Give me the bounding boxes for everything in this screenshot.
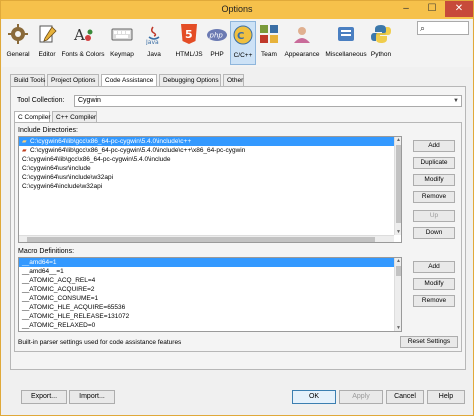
- list-item[interactable]: ▰ C:\cygwin64\lib\gcc\x86_64-pc-cygwin\5.…: [19, 146, 401, 155]
- include-directories-label: Include Directories:: [18, 127, 78, 134]
- category-toolbar: General Editor A Fonts & Colors Keymap J…: [2, 19, 472, 67]
- category-label: Java: [147, 51, 161, 58]
- list-item[interactable]: __amd64__=1: [19, 267, 401, 276]
- include-horizontal-scrollbar[interactable]: [19, 235, 394, 242]
- tab-debugging-options[interactable]: Debugging Options: [159, 74, 221, 86]
- svg-text:C: C: [237, 31, 244, 42]
- apply-button[interactable]: Apply: [339, 390, 383, 404]
- gear-icon: [8, 24, 28, 44]
- compiler-settings: Include Directories: ▰ C:\cygwin64\lib\gc…: [14, 122, 462, 352]
- list-item[interactable]: __ATOMIC_ACQUIRE=2: [19, 285, 401, 294]
- maximize-button[interactable]: ☐: [419, 1, 445, 17]
- macro-definitions-label: Macro Definitions:: [18, 248, 75, 255]
- parser-settings-note: Built-in parser settings used for code a…: [18, 339, 182, 346]
- category-c-cpp[interactable]: C C/C++: [230, 21, 256, 65]
- code-assistance-panel: Tool Collection: Cygwin ▼ C Compiler C++…: [10, 86, 466, 370]
- scrollbar-thumb[interactable]: [396, 266, 401, 276]
- include-vertical-scrollbar[interactable]: ▲ ▼: [394, 137, 401, 235]
- cancel-button[interactable]: Cancel: [386, 390, 424, 404]
- tab-project-options[interactable]: Project Options: [47, 74, 99, 86]
- category-miscellaneous[interactable]: Miscellaneous: [325, 21, 367, 65]
- remove-include-button[interactable]: Remove: [413, 191, 455, 203]
- team-icon: [260, 25, 278, 43]
- tool-collection-select[interactable]: Cygwin ▼: [74, 95, 462, 107]
- list-item[interactable]: ▰ C:\cygwin64\lib\gcc\x86_64-pc-cygwin\5.…: [19, 137, 401, 146]
- macro-definitions-list[interactable]: __amd64=1 __amd64__=1 __ATOMIC_ACQ_REL=4…: [18, 257, 402, 332]
- ok-button[interactable]: OK: [292, 390, 336, 404]
- help-button[interactable]: Help: [427, 390, 465, 404]
- palette-icon: A: [73, 26, 93, 44]
- python-icon: [371, 25, 391, 43]
- duplicate-include-button[interactable]: Duplicate: [413, 157, 455, 169]
- tab-build-tools[interactable]: Build Tools: [10, 74, 45, 86]
- category-keymap[interactable]: Keymap: [109, 21, 135, 65]
- modify-macro-button[interactable]: Modify: [413, 278, 455, 290]
- svg-text:Java: Java: [145, 39, 159, 45]
- scrollbar-thumb[interactable]: [27, 237, 375, 242]
- keyboard-icon: [111, 28, 133, 41]
- category-fonts-colors[interactable]: A Fonts & Colors: [62, 21, 105, 65]
- category-html-js[interactable]: 5 HTML/JS: [174, 21, 204, 65]
- tool-collection-value: Cygwin: [78, 97, 101, 104]
- category-appearance[interactable]: Appearance: [284, 21, 320, 65]
- include-directories-list[interactable]: ▰ C:\cygwin64\lib\gcc\x86_64-pc-cygwin\5.…: [18, 136, 402, 243]
- category-team[interactable]: Team: [258, 21, 280, 65]
- category-editor[interactable]: Editor: [35, 21, 59, 65]
- category-label: Keymap: [110, 51, 134, 58]
- options-window: Options – ☐ ✕ General Editor A Fonts & C…: [0, 0, 474, 416]
- tool-collection-label: Tool Collection:: [17, 97, 65, 104]
- svg-text:5: 5: [185, 28, 193, 41]
- move-down-button[interactable]: Down: [413, 227, 455, 239]
- html5-icon: 5: [181, 24, 197, 44]
- svg-text:A: A: [73, 26, 85, 44]
- category-java[interactable]: Java Java: [142, 21, 166, 65]
- macro-vertical-scrollbar[interactable]: ▲ ▼: [394, 258, 401, 331]
- scroll-down-icon[interactable]: ▼: [395, 325, 401, 331]
- move-up-button[interactable]: Up: [413, 210, 455, 222]
- search-icon: ⌕: [420, 23, 426, 33]
- misc-icon: [338, 27, 354, 41]
- import-button[interactable]: Import...: [69, 390, 115, 404]
- list-item[interactable]: C:\cygwin64\usr\include\w32api: [19, 173, 401, 182]
- scroll-down-icon[interactable]: ▼: [395, 229, 401, 235]
- java-icon: Java: [145, 26, 160, 45]
- list-item[interactable]: __amd64=1: [19, 258, 401, 267]
- scrollbar-thumb[interactable]: [396, 145, 401, 223]
- scroll-up-icon[interactable]: ▲: [395, 258, 401, 264]
- remove-macro-button[interactable]: Remove: [413, 295, 455, 307]
- svg-text:php: php: [209, 32, 224, 40]
- category-general[interactable]: General: [4, 21, 32, 65]
- export-button[interactable]: Export...: [21, 390, 67, 404]
- search-input[interactable]: ⌕: [417, 21, 469, 35]
- minimize-button[interactable]: –: [393, 1, 419, 17]
- category-label: Python: [370, 51, 392, 58]
- list-item[interactable]: C:\cygwin64\lib\gcc\x86_64-pc-cygwin\5.4…: [19, 155, 401, 164]
- category-label: Appearance: [284, 51, 320, 58]
- category-python[interactable]: Python: [368, 21, 394, 65]
- appearance-icon: [294, 27, 310, 43]
- close-button[interactable]: ✕: [445, 1, 473, 17]
- category-php[interactable]: php PHP: [206, 21, 228, 65]
- title-bar[interactable]: Options – ☐ ✕: [1, 1, 473, 19]
- modify-include-button[interactable]: Modify: [413, 174, 455, 186]
- add-include-button[interactable]: Add: [413, 140, 455, 152]
- php-icon: php: [207, 29, 227, 41]
- list-item[interactable]: C:\cygwin64\usr\include: [19, 164, 401, 173]
- category-label: Fonts & Colors: [61, 51, 105, 58]
- list-item[interactable]: __ATOMIC_HLE_ACQUIRE=65536: [19, 303, 401, 312]
- tab-other[interactable]: Other: [223, 74, 244, 86]
- list-item[interactable]: __ATOMIC_RELAXED=0: [19, 321, 401, 330]
- add-macro-button[interactable]: Add: [413, 261, 455, 273]
- reset-settings-button[interactable]: Reset Settings: [400, 336, 458, 348]
- scroll-up-icon[interactable]: ▲: [395, 137, 401, 143]
- list-item[interactable]: __ATOMIC_ACQ_REL=4: [19, 276, 401, 285]
- list-item[interactable]: C:\cygwin64\include\w32api: [19, 182, 401, 191]
- chevron-down-icon: ▼: [453, 98, 459, 104]
- list-item[interactable]: __ATOMIC_HLE_RELEASE=131072: [19, 312, 401, 321]
- list-item[interactable]: __ATOMIC_CONSUME=1: [19, 294, 401, 303]
- editor-icon: [39, 25, 57, 43]
- category-label: Miscellaneous: [325, 51, 367, 58]
- cpp-icon: C: [233, 25, 253, 45]
